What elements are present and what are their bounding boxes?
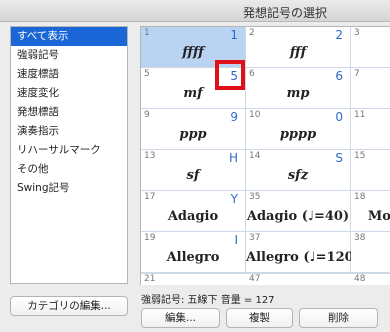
symbol-cell[interactable]: 11 sfz bbox=[351, 109, 390, 150]
symbol-glyph: Allegro (♩=120) bbox=[246, 250, 360, 265]
symbol-number: 1 bbox=[144, 28, 150, 38]
category-item[interactable]: すべて表示 bbox=[11, 27, 127, 46]
symbol-cell[interactable]: 6 6 mp bbox=[246, 68, 351, 109]
symbol-cell[interactable]: 47cresc. bbox=[246, 273, 351, 284]
symbol-number: 17 bbox=[144, 192, 156, 202]
symbol-grid-viewport[interactable]: 11ffff22fff33ff55mf66mp77p99ppp100pppp11… bbox=[140, 26, 390, 285]
category-item[interactable]: 演奏指示 bbox=[11, 122, 127, 141]
delete-button[interactable]: 削除 bbox=[299, 308, 378, 328]
symbol-cell[interactable]: 19 I Allegro bbox=[141, 232, 246, 273]
symbol-glyph: p bbox=[351, 81, 390, 107]
symbol-cell[interactable]: 1 1 ffff bbox=[141, 27, 246, 68]
symbol-glyph: ff bbox=[351, 40, 390, 66]
symbol-number: 38 bbox=[354, 233, 366, 243]
symbol-cell[interactable]: 5 5 mf bbox=[141, 68, 246, 109]
symbol-number: 3 bbox=[354, 28, 360, 38]
symbol-grid: 11ffff22fff33ff55mf66mp77p99ppp100pppp11… bbox=[141, 27, 390, 284]
symbol-glyph: sf bbox=[186, 168, 200, 183]
symbol-number: 14 bbox=[249, 151, 261, 161]
selection-status: 強弱記号: 五線下 音量 = 127 bbox=[141, 295, 275, 306]
symbol-number: 11 bbox=[354, 110, 366, 120]
symbol-cell[interactable]: 37 Allegro (♩=120) bbox=[246, 232, 360, 273]
symbol-cell[interactable]: 33ff bbox=[351, 27, 390, 68]
category-item[interactable]: Swing記号 bbox=[11, 179, 127, 198]
symbol-glyph: mp bbox=[286, 86, 310, 101]
symbol-glyph: ppp bbox=[179, 127, 207, 142]
symbol-cell[interactable]: 9 9 ppp bbox=[141, 109, 246, 150]
symbol-glyph: fp bbox=[351, 163, 390, 189]
symbol-glyph: Allegro bbox=[166, 250, 220, 265]
symbol-glyph: fff bbox=[289, 45, 307, 60]
symbol-number: 35 bbox=[249, 192, 261, 202]
duplicate-button[interactable]: 複製 bbox=[226, 308, 293, 328]
symbol-cell[interactable]: 13 Hsf bbox=[141, 150, 246, 191]
symbol-number: 6 bbox=[249, 69, 255, 79]
symbol-glyph: mf bbox=[183, 86, 203, 101]
symbol-glyph: ♩= bbox=[351, 245, 390, 271]
symbol-cell[interactable]: 10 0 pppp bbox=[246, 109, 351, 150]
symbol-number: 15 bbox=[354, 151, 366, 161]
symbol-cell[interactable]: 18Moderato bbox=[351, 191, 390, 232]
symbol-glyph: pppp bbox=[279, 127, 317, 142]
category-item[interactable]: その他 bbox=[11, 160, 127, 179]
edit-button[interactable]: 編集... bbox=[141, 308, 220, 328]
symbol-glyph: sfz bbox=[287, 168, 309, 183]
symbol-number: 37 bbox=[249, 233, 261, 243]
category-item[interactable]: 速度標語 bbox=[11, 65, 127, 84]
category-list[interactable]: すべて表示 強弱記号 速度標語 速度変化 発想標語 演奏指示 リハーサルマーク その他 Swin… bbox=[10, 26, 128, 284]
symbol-number: 18 bbox=[354, 192, 366, 202]
symbol-cell[interactable]: 14 Ssfz bbox=[246, 150, 351, 191]
symbol-number: 9 bbox=[144, 110, 150, 120]
symbol-cell[interactable]: 15 fp bbox=[351, 150, 390, 191]
symbol-cell[interactable]: 35 Adagio (♩=40) bbox=[246, 191, 351, 232]
symbol-glyph: sfz bbox=[351, 122, 390, 148]
symbol-number: 21 bbox=[144, 274, 156, 284]
symbol-cell[interactable]: 38 ♩= bbox=[351, 232, 390, 273]
symbol-number: 19 bbox=[144, 233, 156, 243]
symbol-number: 2 bbox=[249, 28, 255, 38]
category-item[interactable]: 速度変化 bbox=[11, 84, 127, 103]
symbol-number: 7 bbox=[354, 69, 360, 79]
symbol-glyph: Adagio (♩=40) bbox=[246, 209, 350, 224]
symbol-glyph: Moderato bbox=[367, 209, 390, 224]
category-item[interactable]: 発想標語 bbox=[11, 103, 127, 122]
symbol-cell[interactable]: 48 bbox=[351, 273, 390, 284]
symbol-number: 13 bbox=[144, 151, 156, 161]
symbol-glyph: ffff bbox=[182, 45, 204, 60]
category-item[interactable]: リハーサルマーク bbox=[11, 141, 127, 160]
symbol-cell[interactable]: 21Largo bbox=[141, 273, 246, 284]
title-bar: 発想記号の選択 bbox=[0, 0, 390, 22]
symbol-number: 10 bbox=[249, 110, 261, 120]
symbol-cell[interactable]: 17 Y Adagio bbox=[141, 191, 246, 232]
edit-category-button[interactable]: カテゴリの編集... bbox=[10, 296, 128, 316]
symbol-cell[interactable]: 77p bbox=[351, 68, 390, 109]
symbol-glyph: Adagio bbox=[167, 209, 219, 224]
category-item[interactable]: 強弱記号 bbox=[11, 46, 127, 65]
symbol-cell[interactable]: 2 2 fff bbox=[246, 27, 351, 68]
symbol-number: 5 bbox=[144, 69, 150, 79]
symbol-number: 47 bbox=[249, 274, 261, 284]
symbol-number: 48 bbox=[354, 274, 366, 284]
window-title: 発想記号の選択 bbox=[242, 6, 327, 20]
